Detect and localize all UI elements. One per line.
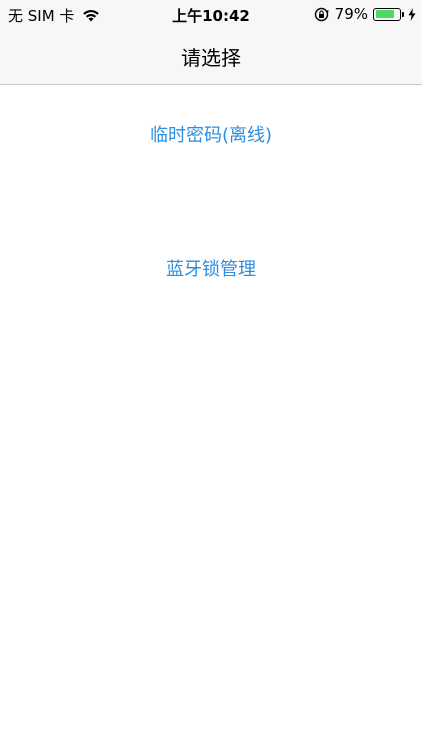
battery-percent: 79%	[334, 5, 368, 23]
battery-icon	[373, 7, 401, 21]
temporary-password-offline-label[interactable]: 临时密码(离线)	[140, 119, 282, 152]
battery-fill	[375, 10, 394, 18]
battery-tip	[402, 11, 404, 17]
rotation-lock-icon	[314, 7, 329, 22]
navigation-bar: 请选择	[0, 28, 422, 85]
bluetooth-lock-management-label[interactable]: 蓝牙锁管理	[156, 253, 266, 286]
page-title: 请选择	[181, 46, 241, 70]
bluetooth-lock-management-button[interactable]: 蓝牙锁管理	[0, 255, 422, 281]
status-bar: 无 SIM 卡 上午10:42 79%	[0, 0, 422, 28]
status-right: 79%	[314, 5, 416, 23]
charging-bolt-icon	[408, 7, 416, 21]
temporary-password-offline-button[interactable]: 临时密码(离线)	[0, 121, 422, 147]
